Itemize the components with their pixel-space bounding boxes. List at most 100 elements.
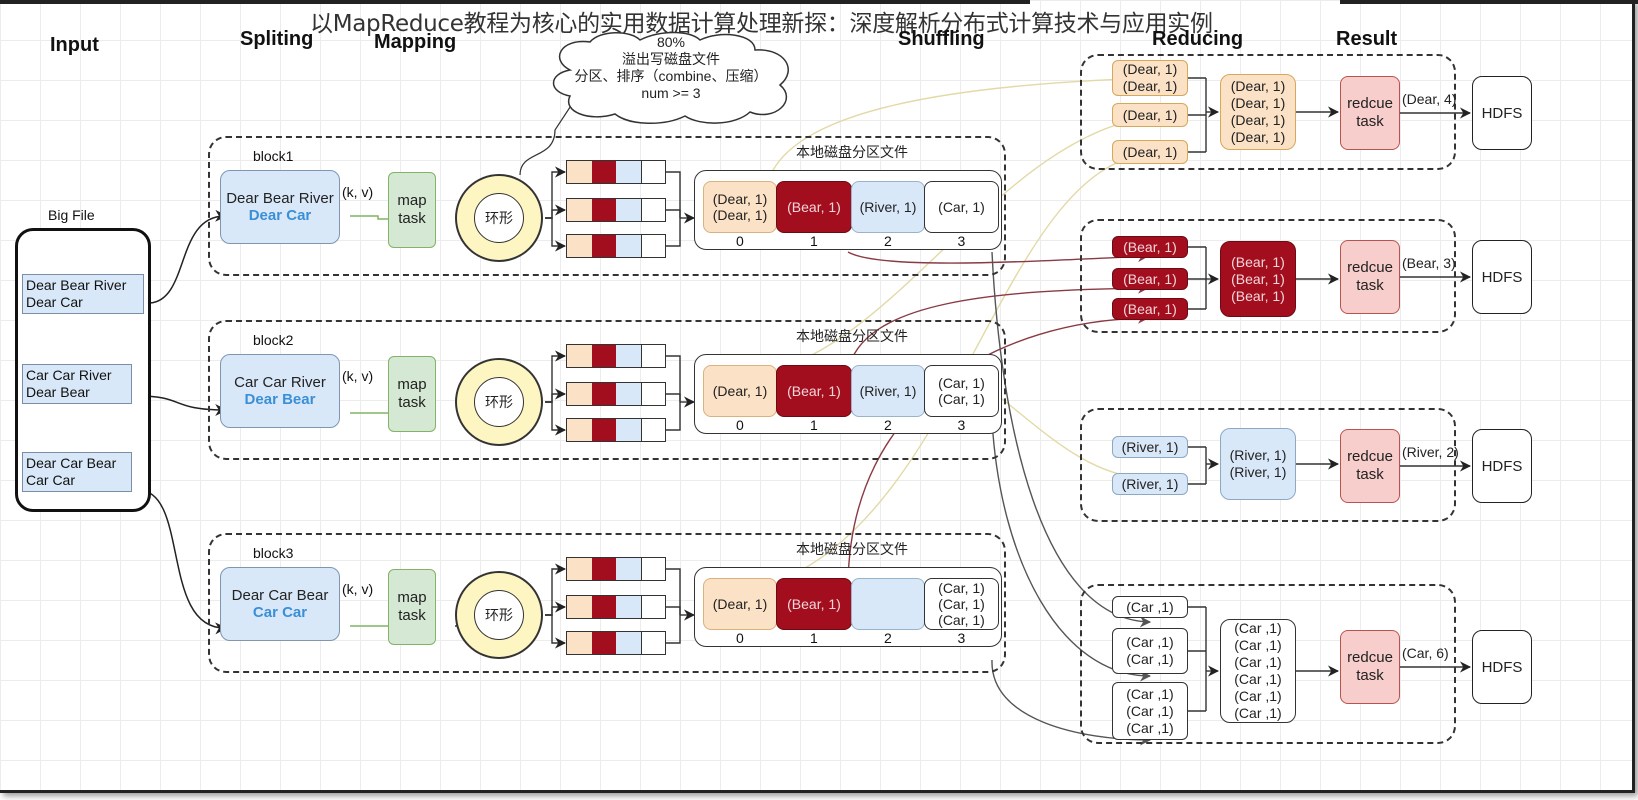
dear-segment (567, 345, 592, 367)
block-label: block3 (253, 545, 294, 561)
partition-index: 1 (810, 417, 818, 433)
river-segment (616, 419, 641, 441)
kv-label: (k, v) (342, 184, 374, 200)
ring-buffer-label: 环形 (474, 590, 524, 640)
kv-pair: (Dear, 1) (1122, 61, 1178, 77)
car-segment (641, 558, 665, 580)
kv-pair: (Car ,1) (1234, 671, 1282, 687)
kv-pair: (Car ,1) (1234, 688, 1282, 704)
reducer-merged-group: (River, 1) (River, 1) (1220, 428, 1296, 500)
kv-pair: (Bear, 1) (1123, 270, 1177, 287)
hdfs-sink: HDFS (1472, 429, 1532, 503)
kv-pair: (Car, 1) (938, 391, 985, 407)
river-segment (616, 632, 641, 654)
kv-pair: (River, 1) (1121, 438, 1179, 455)
split-line-2: Car Car (252, 604, 308, 621)
reducer-output: (Bear, 3) (1402, 255, 1456, 271)
kv-pair: (Car ,1) (1234, 637, 1282, 653)
ring-buffer: 环形 (455, 571, 543, 659)
kv-label: (k, v) (342, 368, 374, 384)
block-label: block1 (253, 148, 294, 164)
partition-index: 3 (957, 417, 966, 433)
river-segment (616, 161, 641, 183)
river-segment (616, 596, 641, 618)
partition-3: (Car, 1) (Car, 1) (924, 365, 999, 417)
kv-pair: (Dear, 1) (1230, 78, 1286, 94)
map-task: map task (388, 172, 436, 248)
partition-index: 2 (884, 233, 892, 249)
reduce-task: redcue task (1340, 76, 1400, 150)
car-segment (641, 596, 665, 618)
bear-segment (592, 161, 616, 183)
stage-label-shuffling: Shuffling (898, 28, 985, 50)
split-block: Dear Bear River Dear Car (220, 170, 340, 244)
partition-1: (Bear, 1) (776, 365, 852, 417)
dear-segment (567, 558, 592, 580)
kv-pair: (Bear, 1) (1231, 270, 1285, 287)
partition-file: (Dear, 1) (Dear, 1) 0 (Bear, 1) 1 (River, 1) 2… (694, 170, 1002, 250)
reducer-merged-group: (Dear, 1) (Dear, 1) (Dear, 1) (Dear, 1) (1220, 74, 1296, 150)
partition-file: (Dear, 1) 0 (Bear, 1) 1 2 (Car, 1) (Car, 1) (Ca… (694, 567, 1002, 647)
kv-pair: (Dear, 1) (1230, 112, 1286, 128)
map-task-line-1: map (397, 376, 427, 393)
partition-index: 0 (736, 417, 744, 433)
reducer-output: (Dear, 4) (1402, 91, 1457, 107)
spill-file (566, 631, 666, 655)
kv-pair: (Car, 1) (938, 199, 985, 215)
kv-pair: (Dear, 1) (712, 596, 768, 612)
kv-pair: (Car, 1) (938, 375, 985, 391)
kv-pair: (Bear, 1) (787, 383, 841, 399)
kv-pair: (Bear, 1) (787, 596, 841, 612)
reducer-input: (Dear, 1) (1112, 140, 1188, 164)
reduce-task-line-2: task (1356, 277, 1384, 294)
partition-0: (Dear, 1) (703, 578, 777, 630)
dear-segment (567, 632, 592, 654)
river-segment (616, 345, 641, 367)
kv-label: (k, v) (342, 581, 374, 597)
kv-pair: (Bear, 1) (1123, 238, 1177, 255)
partition-index: 2 (884, 417, 892, 433)
stage-label-reducing: Reducing (1152, 28, 1244, 50)
partition-file-title: 本地磁盘分区文件 (796, 144, 908, 160)
bear-segment (592, 632, 616, 654)
kv-pair: (River, 1) (1229, 447, 1287, 463)
partition-index: 1 (810, 630, 818, 646)
kv-pair: (River, 1) (1229, 464, 1287, 480)
kv-pair: (Car ,1) (1234, 620, 1282, 636)
partition-file: (Dear, 1) 0 (Bear, 1) 1 (River, 1) 2 (Car, 1)(… (694, 354, 1002, 434)
dear-segment (567, 161, 592, 183)
reducer-input: (Dear, 1) (Dear, 1) (1112, 60, 1188, 96)
hdfs-sink: HDFS (1472, 630, 1532, 704)
spill-file (566, 418, 666, 442)
partition-0: (Dear, 1) (Dear, 1) (703, 181, 777, 233)
dear-segment (567, 596, 592, 618)
kv-pair: (Car ,1) (1126, 634, 1174, 650)
ring-buffer-label: 环形 (474, 193, 524, 243)
dear-segment (567, 419, 592, 441)
partition-2 (851, 578, 925, 630)
reducer-input: (Bear, 1) (1112, 236, 1188, 258)
kv-pair: (Dear, 1) (712, 191, 768, 207)
partition-0: (Dear, 1) (703, 365, 777, 417)
partition-1: (Bear, 1) (776, 181, 852, 233)
window-border (1340, 0, 1638, 4)
partition-2: (River, 1) (851, 365, 925, 417)
spill-file (566, 382, 666, 406)
kv-pair: (Car ,1) (1126, 702, 1174, 719)
big-file-label: Big File (48, 207, 95, 223)
kv-pair: (Dear, 1) (1122, 143, 1178, 160)
stage-label-result: Result (1336, 28, 1398, 50)
input-split-1: Dear Bear River Dear Car (22, 274, 144, 314)
kv-pair: (River, 1) (859, 199, 917, 215)
split-line-1: Car Car River (234, 374, 326, 391)
spill-file (566, 344, 666, 368)
hdfs-sink: HDFS (1472, 240, 1532, 314)
reducer-input: (River, 1) (1112, 436, 1188, 458)
reduce-task-line-1: redcue (1347, 259, 1393, 276)
river-segment (616, 383, 641, 405)
reduce-task-line-1: redcue (1347, 95, 1393, 112)
kv-pair: (Dear, 1) (1230, 129, 1286, 145)
kv-pair: (Dear, 1) (1230, 95, 1286, 111)
reducer-merged-group: (Car ,1) (Car ,1) (Car ,1) (Car ,1) (Car ,1)… (1220, 619, 1296, 723)
kv-pair: (Car ,1) (1126, 685, 1174, 702)
